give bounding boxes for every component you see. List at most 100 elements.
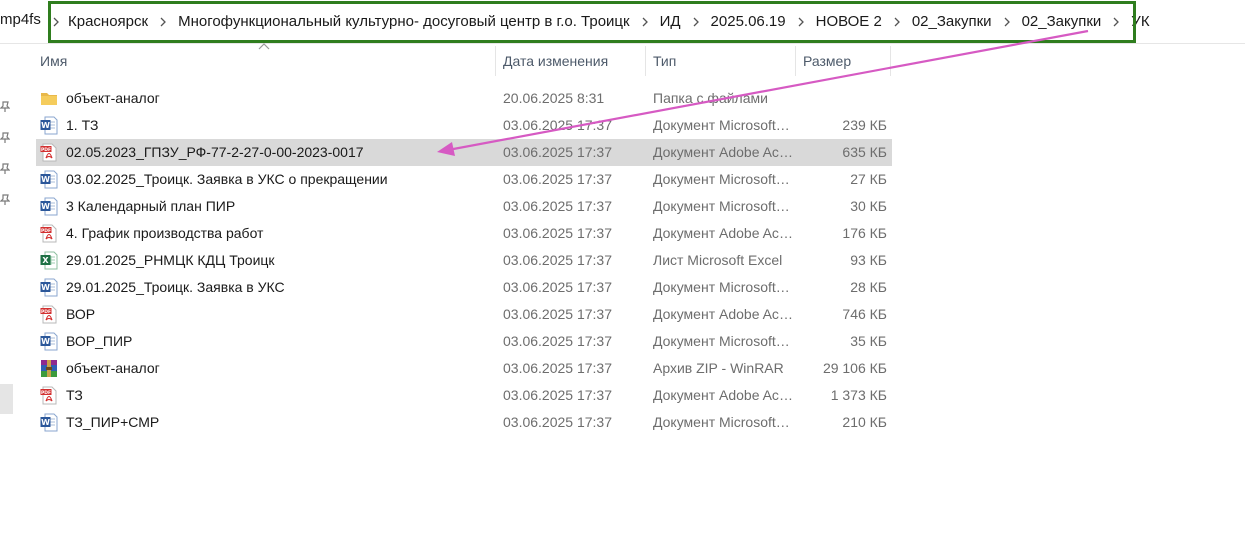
file-type: Документ Microsoft Word bbox=[653, 117, 793, 133]
breadcrumb-highlight-box bbox=[48, 1, 1136, 43]
file-type: Документ Microsoft Word bbox=[653, 198, 793, 214]
file-row[interactable]: W 29.01.2025_Троицк. Заявка в УКС 03.06.20… bbox=[36, 274, 892, 301]
svg-text:W: W bbox=[41, 418, 50, 427]
pin-icon[interactable] bbox=[0, 193, 11, 205]
file-size: 1 373 КБ bbox=[830, 387, 887, 403]
file-row[interactable]: W ВОР_ПИР 03.06.2025 17:37 Документ Microso… bbox=[36, 328, 892, 355]
file-row[interactable]: объект-аналог 20.06.2025 8:31 Папка с файл… bbox=[36, 85, 892, 112]
pdf-document-icon: PDF bbox=[40, 224, 58, 243]
column-header-name[interactable]: Имя bbox=[40, 46, 495, 76]
file-date-modified: 03.06.2025 17:37 bbox=[503, 171, 612, 187]
file-name: 29.01.2025_Троицк. Заявка в УКС bbox=[66, 279, 285, 295]
file-name: 3 Календарный план ПИР bbox=[66, 198, 236, 214]
file-type: Документ Microsoft Word bbox=[653, 414, 793, 430]
file-date-modified: 03.06.2025 17:37 bbox=[503, 387, 612, 403]
file-date-modified: 03.06.2025 17:37 bbox=[503, 306, 612, 322]
file-row[interactable]: W 3 Календарный план ПИР 03.06.2025 17:37 Д… bbox=[36, 193, 892, 220]
file-type: Документ Adobe Acrobat bbox=[653, 306, 793, 322]
file-size: 28 КБ bbox=[850, 279, 887, 295]
file-size: 635 КБ bbox=[842, 144, 887, 160]
file-list: объект-аналог 20.06.2025 8:31 Папка с файл… bbox=[36, 85, 892, 436]
pdf-document-icon: PDF bbox=[40, 143, 58, 162]
file-type: Папка с файлами bbox=[653, 90, 768, 106]
file-row[interactable]: PDF ВОР 03.06.2025 17:37 Документ Adobe Acr… bbox=[36, 301, 892, 328]
file-type: Документ Microsoft Word bbox=[653, 333, 793, 349]
file-size: 210 КБ bbox=[842, 414, 887, 430]
file-row[interactable]: W 03.02.2025_Троицк. Заявка в УКС о прекр… bbox=[36, 166, 892, 193]
file-type: Документ Adobe Acrobat bbox=[653, 387, 793, 403]
nav-pane-selected-item[interactable] bbox=[0, 384, 13, 414]
pin-icon[interactable] bbox=[0, 162, 11, 174]
file-date-modified: 03.06.2025 17:37 bbox=[503, 414, 612, 430]
column-resize-handle[interactable] bbox=[645, 46, 646, 76]
word-document-icon: W bbox=[40, 197, 58, 216]
address-bar[interactable]: mp4fs Красноярск Многофункциональный куль… bbox=[0, 0, 1245, 44]
svg-text:PDF: PDF bbox=[41, 390, 51, 396]
breadcrumb-root[interactable]: mp4fs bbox=[0, 11, 41, 28]
file-size: 35 КБ bbox=[850, 333, 887, 349]
file-size: 29 106 КБ bbox=[822, 360, 887, 376]
file-row[interactable]: PDF 4. График производства работ 03.06.202… bbox=[36, 220, 892, 247]
file-size: 176 КБ bbox=[842, 225, 887, 241]
file-type: Документ Microsoft Word bbox=[653, 279, 793, 295]
word-document-icon: W bbox=[40, 413, 58, 432]
file-size: 93 КБ bbox=[850, 252, 887, 268]
file-row[interactable]: объект-аналог 03.06.2025 17:37 Архив ZIP -… bbox=[36, 355, 892, 382]
svg-text:W: W bbox=[41, 175, 50, 184]
pdf-document-icon: PDF bbox=[40, 386, 58, 405]
file-type: Документ Microsoft Word bbox=[653, 171, 793, 187]
winrar-archive-icon bbox=[40, 359, 58, 378]
file-size: 27 КБ bbox=[850, 171, 887, 187]
svg-text:PDF: PDF bbox=[41, 228, 51, 234]
svg-text:W: W bbox=[41, 202, 50, 211]
svg-text:X: X bbox=[42, 256, 49, 265]
file-date-modified: 03.06.2025 17:37 bbox=[503, 279, 612, 295]
pin-icon[interactable] bbox=[0, 131, 11, 143]
file-name: 03.02.2025_Троицк. Заявка в УКС о прекра… bbox=[66, 171, 388, 187]
file-date-modified: 03.06.2025 17:37 bbox=[503, 117, 612, 133]
file-date-modified: 03.06.2025 17:37 bbox=[503, 144, 612, 160]
file-size: 30 КБ bbox=[850, 198, 887, 214]
file-name: 1. ТЗ bbox=[66, 117, 99, 133]
file-name: объект-аналог bbox=[66, 90, 160, 106]
column-header-type[interactable]: Тип bbox=[653, 46, 793, 76]
file-row[interactable]: PDF 02.05.2023_ГПЗУ_РФ-77-2-27-0-00-2023-… bbox=[36, 139, 892, 166]
file-date-modified: 03.06.2025 17:37 bbox=[503, 252, 612, 268]
file-row[interactable]: W ТЗ_ПИР+СМР 03.06.2025 17:37 Документ Micr… bbox=[36, 409, 892, 436]
file-name: объект-аналог bbox=[66, 360, 160, 376]
svg-text:PDF: PDF bbox=[41, 147, 51, 153]
file-name: 4. График производства работ bbox=[66, 225, 264, 241]
file-size: 239 КБ bbox=[842, 117, 887, 133]
file-name: 02.05.2023_ГПЗУ_РФ-77-2-27-0-00-2023-001… bbox=[66, 144, 364, 160]
word-document-icon: W bbox=[40, 332, 58, 351]
file-name: ВОР bbox=[66, 306, 96, 322]
word-document-icon: W bbox=[40, 170, 58, 189]
column-resize-handle[interactable] bbox=[795, 46, 796, 76]
file-date-modified: 03.06.2025 17:37 bbox=[503, 360, 612, 376]
folder-icon bbox=[40, 89, 58, 108]
file-date-modified: 03.06.2025 17:37 bbox=[503, 333, 612, 349]
column-resize-handle[interactable] bbox=[495, 46, 496, 76]
svg-text:W: W bbox=[41, 337, 50, 346]
file-row[interactable]: X 29.01.2025_РНМЦК КДЦ Троицк 03.06.2025 1… bbox=[36, 247, 892, 274]
file-size: 746 КБ bbox=[842, 306, 887, 322]
pdf-document-icon: PDF bbox=[40, 305, 58, 324]
file-type: Документ Adobe Acrobat bbox=[653, 144, 793, 160]
svg-text:W: W bbox=[41, 283, 50, 292]
file-row[interactable]: W 1. ТЗ 03.06.2025 17:37 Документ Microsoft… bbox=[36, 112, 892, 139]
word-document-icon: W bbox=[40, 116, 58, 135]
column-resize-handle[interactable] bbox=[890, 46, 891, 76]
file-type: Документ Adobe Acrobat bbox=[653, 225, 793, 241]
file-type: Архив ZIP - WinRAR bbox=[653, 360, 784, 376]
file-date-modified: 03.06.2025 17:37 bbox=[503, 198, 612, 214]
column-header-date[interactable]: Дата изменения bbox=[503, 46, 643, 76]
pin-icon[interactable] bbox=[0, 100, 11, 112]
svg-text:PDF: PDF bbox=[41, 309, 51, 315]
column-header-size[interactable]: Размер bbox=[803, 46, 888, 76]
file-type: Лист Microsoft Excel bbox=[653, 252, 783, 268]
word-document-icon: W bbox=[40, 278, 58, 297]
file-row[interactable]: PDF ТЗ 03.06.2025 17:37 Документ Adobe Acro… bbox=[36, 382, 892, 409]
file-name: ТЗ bbox=[66, 387, 83, 403]
file-name: 29.01.2025_РНМЦК КДЦ Троицк bbox=[66, 252, 275, 268]
svg-text:W: W bbox=[41, 121, 50, 130]
